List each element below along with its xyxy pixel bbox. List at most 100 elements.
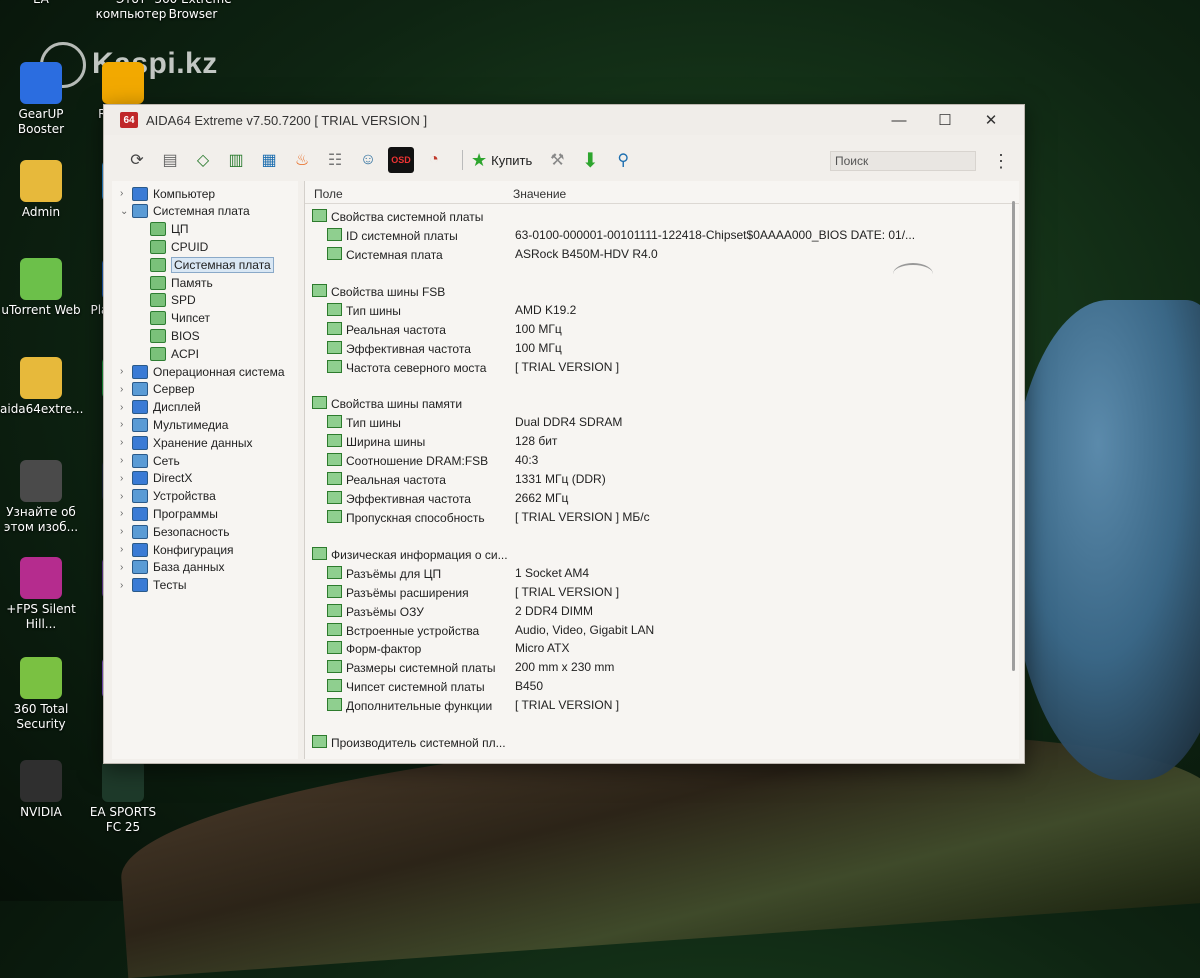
chevron-right-icon[interactable]: › xyxy=(120,580,132,591)
tree-item[interactable]: › Тесты xyxy=(120,577,186,594)
search-input[interactable]: Поиск xyxy=(830,151,976,171)
osd-icon[interactable]: OSD xyxy=(388,147,414,173)
column-value[interactable]: Значение xyxy=(513,187,566,201)
vertical-scrollbar[interactable] xyxy=(1012,201,1015,671)
motherboard-icon[interactable]: ◇ xyxy=(190,147,216,173)
tree-item[interactable]: › Мультимедиа xyxy=(120,416,228,433)
tree-item[interactable]: › Сеть xyxy=(120,452,180,469)
desktop-icon[interactable]: 360 Extreme Browser xyxy=(152,0,234,22)
table-row[interactable]: Системная плата ASRock B450M-HDV R4.0 xyxy=(327,246,1007,265)
table-row[interactable]: Тип шины AMD K19.2 xyxy=(327,302,1007,321)
tree-item-label: Конфигурация xyxy=(153,542,234,557)
desktop-icon[interactable]: GearUP Booster xyxy=(0,62,82,137)
buy-button[interactable]: ★ Купить xyxy=(471,150,532,171)
table-row[interactable]: Разъёмы ОЗУ 2 DDR4 DIMM xyxy=(327,603,1007,622)
chevron-right-icon[interactable]: › xyxy=(120,419,132,430)
tree-item[interactable]: › Компьютер xyxy=(120,185,215,202)
table-row[interactable]: Реальная частота 100 МГц xyxy=(327,321,1007,340)
maximize-button[interactable]: ☐ xyxy=(922,105,968,135)
table-row[interactable]: ID системной платы 63-0100-000001-0010111… xyxy=(327,228,1007,246)
tree-item[interactable]: › Устройства xyxy=(120,488,216,505)
tree-item[interactable]: CPUID xyxy=(150,238,208,255)
tree-item[interactable]: ⌄ Системная плата xyxy=(120,203,250,220)
table-row[interactable]: Пропускная способность [ TRIAL VERSION ] … xyxy=(327,509,1007,528)
tools-icon[interactable]: ⚒ xyxy=(544,147,570,173)
desktop-icon[interactable]: uTorrent Web xyxy=(0,258,82,318)
tree-item[interactable]: SPD xyxy=(150,292,196,309)
table-row[interactable]: Эффективная частота 2662 МГц xyxy=(327,491,1007,509)
section-header[interactable]: Физическая информация о си... xyxy=(312,546,508,565)
desktop-icon[interactable]: Узнайте об этом изоб... xyxy=(0,460,82,535)
tree-item[interactable]: ЦП xyxy=(150,221,189,238)
chevron-right-icon[interactable]: › xyxy=(120,366,132,377)
section-header[interactable]: Свойства шины памяти xyxy=(312,396,462,414)
table-row[interactable]: Дополнительные функции [ TRIAL VERSION ] xyxy=(327,698,1007,716)
desktop-icon[interactable]: EA xyxy=(0,0,82,7)
tree-item[interactable]: BIOS xyxy=(150,327,200,344)
chevron-right-icon[interactable]: › xyxy=(120,508,132,519)
tree-item[interactable]: Системная плата xyxy=(150,256,274,273)
column-field[interactable]: Поле xyxy=(314,187,343,201)
chevron-right-icon[interactable]: › xyxy=(120,437,132,448)
chevron-right-icon[interactable]: › xyxy=(120,455,132,466)
tree-item[interactable]: › Сервер xyxy=(120,381,195,398)
table-row[interactable]: Встроенные устройства Audio, Video, Gigab… xyxy=(327,622,1007,641)
chevron-right-icon[interactable]: › xyxy=(120,188,132,199)
chevron-down-icon[interactable]: ⌄ xyxy=(120,206,132,217)
tree-item[interactable]: › База данных xyxy=(120,559,224,576)
report-icon[interactable]: ▤ xyxy=(157,147,183,173)
section-header[interactable]: Свойства шины FSB xyxy=(312,283,445,302)
desktop-icon[interactable]: NVIDIA xyxy=(0,760,82,820)
tree-item[interactable]: ACPI xyxy=(150,345,199,362)
table-row[interactable]: Ширина шины 128 бит xyxy=(327,434,1007,452)
table-row[interactable]: Размеры системной платы 200 mm x 230 mm xyxy=(327,660,1007,678)
table-row[interactable]: Эффективная частота 100 МГц xyxy=(327,340,1007,359)
desktop-icon[interactable]: 360 Total Security xyxy=(0,657,82,732)
table-row[interactable]: Реальная частота 1331 МГц (DDR) xyxy=(327,472,1007,490)
table-row[interactable]: Разъёмы для ЦП 1 Socket AM4 xyxy=(327,565,1007,584)
title-bar[interactable]: 64 AIDA64 Extreme v7.50.7200 [ TRIAL VER… xyxy=(104,105,1024,135)
desktop-icon[interactable]: EA SPORTS FC 25 xyxy=(82,760,164,835)
network-icon[interactable]: ▦ xyxy=(256,147,282,173)
table-row[interactable]: Соотношение DRAM:FSB 40:3 xyxy=(327,453,1007,471)
tree-item[interactable]: › Дисплей xyxy=(120,399,201,416)
tree-item[interactable]: Чипсет xyxy=(150,310,210,327)
chevron-right-icon[interactable]: › xyxy=(120,526,132,537)
table-row[interactable]: Частота северного моста [ TRIAL VERSION ] xyxy=(327,359,1007,378)
desktop-icon[interactable]: aida64extre... xyxy=(0,357,83,417)
flame-icon[interactable]: ♨ xyxy=(289,147,315,173)
chevron-right-icon[interactable]: › xyxy=(120,562,132,573)
row-icon xyxy=(327,415,342,429)
chevron-right-icon[interactable]: › xyxy=(120,544,132,555)
gauge-icon[interactable]: ◔ xyxy=(421,147,447,173)
tree-item[interactable]: Память xyxy=(150,274,213,291)
refresh-icon[interactable]: ⟳ xyxy=(124,147,150,173)
tree-item[interactable]: › Конфигурация xyxy=(120,541,234,558)
memory-icon[interactable]: ▥ xyxy=(223,147,249,173)
benchmark-icon[interactable]: ☷ xyxy=(322,147,348,173)
search-icon[interactable]: ⚲ xyxy=(610,147,636,173)
user-icon[interactable]: ☺ xyxy=(355,147,381,173)
chevron-right-icon[interactable]: › xyxy=(120,384,132,395)
tree-item[interactable]: › DirectX xyxy=(120,470,192,487)
tree-item[interactable]: › Программы xyxy=(120,505,218,522)
minimize-button[interactable]: — xyxy=(876,105,922,135)
field-name: Разъёмы для ЦП xyxy=(346,566,442,581)
table-row[interactable]: Разъёмы расширения [ TRIAL VERSION ] xyxy=(327,584,1007,603)
desktop-icon[interactable]: Admin xyxy=(0,160,82,220)
table-row[interactable]: Чипсет системной платы B450 xyxy=(327,679,1007,697)
chevron-right-icon[interactable]: › xyxy=(120,473,132,484)
chevron-right-icon[interactable]: › xyxy=(120,402,132,413)
chevron-right-icon[interactable]: › xyxy=(120,491,132,502)
desktop-icon[interactable]: +FPS Silent Hill... xyxy=(0,557,82,632)
section-header[interactable]: Свойства системной платы xyxy=(312,209,483,227)
table-row[interactable]: Тип шины Dual DDR4 SDRAM xyxy=(327,415,1007,433)
table-row[interactable]: Форм-фактор Micro ATX xyxy=(327,641,1007,659)
tree-item[interactable]: › Безопасность xyxy=(120,523,230,540)
tree-item[interactable]: › Хранение данных xyxy=(120,434,253,451)
close-button[interactable]: ✕ xyxy=(968,105,1014,135)
more-options-icon[interactable]: ⋮ xyxy=(992,151,1010,172)
tree-item[interactable]: › Операционная система xyxy=(120,363,285,380)
download-icon[interactable]: ⬇ xyxy=(577,147,603,173)
section-header[interactable]: Производитель системной пл... xyxy=(312,735,506,753)
